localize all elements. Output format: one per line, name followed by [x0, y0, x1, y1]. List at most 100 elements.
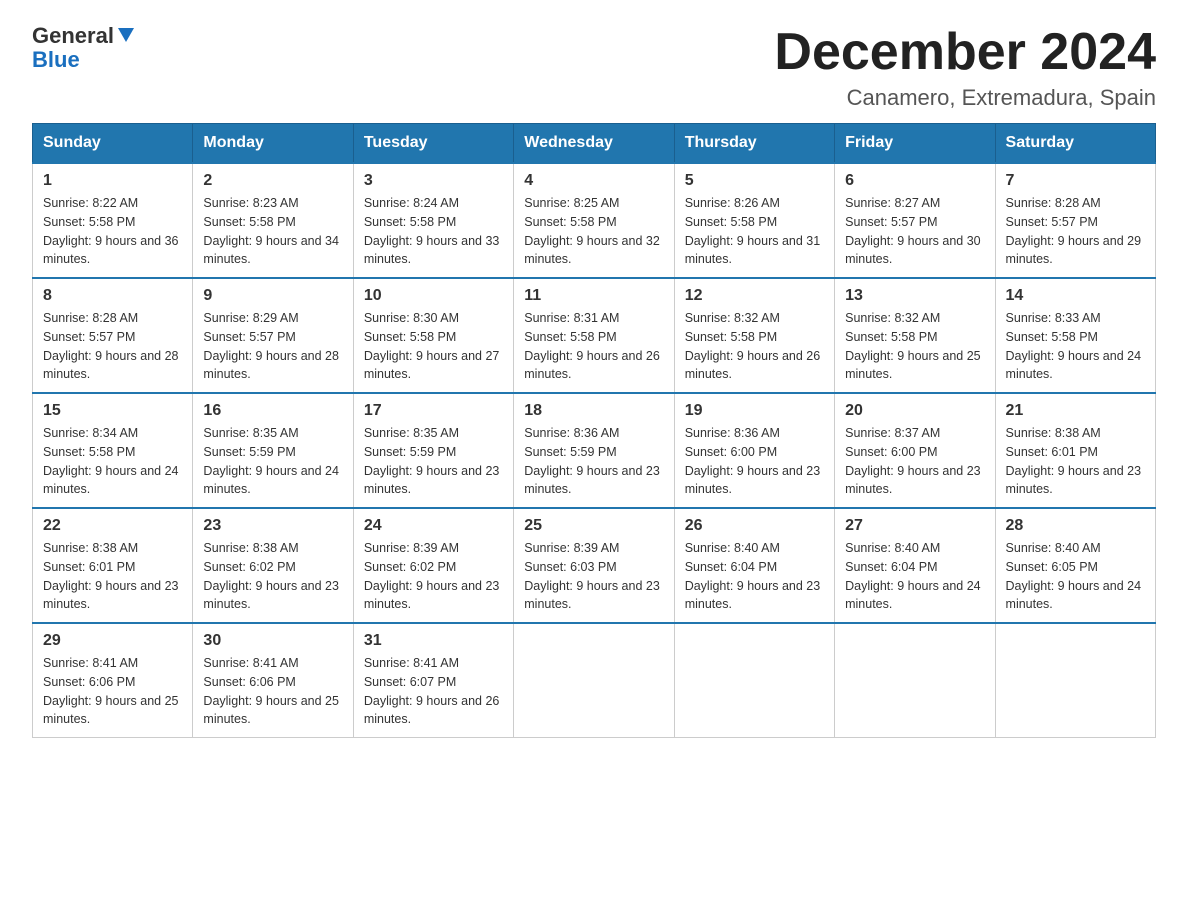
table-row: 28 Sunrise: 8:40 AMSunset: 6:05 PMDaylig… — [995, 508, 1155, 623]
day-number: 21 — [1006, 402, 1145, 420]
day-info: Sunrise: 8:36 AMSunset: 5:59 PMDaylight:… — [524, 426, 660, 496]
day-info: Sunrise: 8:36 AMSunset: 6:00 PMDaylight:… — [685, 426, 821, 496]
day-number: 1 — [43, 172, 182, 190]
day-info: Sunrise: 8:37 AMSunset: 6:00 PMDaylight:… — [845, 426, 981, 496]
day-number: 16 — [203, 402, 342, 420]
day-number: 26 — [685, 517, 824, 535]
day-number: 7 — [1006, 172, 1145, 190]
day-number: 22 — [43, 517, 182, 535]
logo: General Blue — [32, 24, 136, 73]
table-row: 11 Sunrise: 8:31 AMSunset: 5:58 PMDaylig… — [514, 278, 674, 393]
header-saturday: Saturday — [995, 124, 1155, 164]
day-info: Sunrise: 8:24 AMSunset: 5:58 PMDaylight:… — [364, 196, 500, 266]
day-number: 3 — [364, 172, 503, 190]
table-row: 18 Sunrise: 8:36 AMSunset: 5:59 PMDaylig… — [514, 393, 674, 508]
day-number: 24 — [364, 517, 503, 535]
day-info: Sunrise: 8:23 AMSunset: 5:58 PMDaylight:… — [203, 196, 339, 266]
table-row: 9 Sunrise: 8:29 AMSunset: 5:57 PMDayligh… — [193, 278, 353, 393]
day-number: 11 — [524, 287, 663, 305]
table-row: 4 Sunrise: 8:25 AMSunset: 5:58 PMDayligh… — [514, 163, 674, 278]
table-row: 13 Sunrise: 8:32 AMSunset: 5:58 PMDaylig… — [835, 278, 995, 393]
day-info: Sunrise: 8:28 AMSunset: 5:57 PMDaylight:… — [43, 311, 179, 381]
table-row: 15 Sunrise: 8:34 AMSunset: 5:58 PMDaylig… — [33, 393, 193, 508]
day-number: 23 — [203, 517, 342, 535]
day-number: 31 — [364, 632, 503, 650]
header-thursday: Thursday — [674, 124, 834, 164]
table-row: 21 Sunrise: 8:38 AMSunset: 6:01 PMDaylig… — [995, 393, 1155, 508]
calendar-table: Sunday Monday Tuesday Wednesday Thursday… — [32, 123, 1156, 738]
table-row: 31 Sunrise: 8:41 AMSunset: 6:07 PMDaylig… — [353, 623, 513, 738]
day-number: 25 — [524, 517, 663, 535]
table-row: 3 Sunrise: 8:24 AMSunset: 5:58 PMDayligh… — [353, 163, 513, 278]
day-info: Sunrise: 8:40 AMSunset: 6:05 PMDaylight:… — [1006, 541, 1142, 611]
table-row: 22 Sunrise: 8:38 AMSunset: 6:01 PMDaylig… — [33, 508, 193, 623]
day-number: 28 — [1006, 517, 1145, 535]
day-info: Sunrise: 8:32 AMSunset: 5:58 PMDaylight:… — [845, 311, 981, 381]
table-row: 10 Sunrise: 8:30 AMSunset: 5:58 PMDaylig… — [353, 278, 513, 393]
day-info: Sunrise: 8:41 AMSunset: 6:07 PMDaylight:… — [364, 656, 500, 726]
table-row: 30 Sunrise: 8:41 AMSunset: 6:06 PMDaylig… — [193, 623, 353, 738]
table-row: 8 Sunrise: 8:28 AMSunset: 5:57 PMDayligh… — [33, 278, 193, 393]
day-info: Sunrise: 8:31 AMSunset: 5:58 PMDaylight:… — [524, 311, 660, 381]
table-row: 17 Sunrise: 8:35 AMSunset: 5:59 PMDaylig… — [353, 393, 513, 508]
table-row — [514, 623, 674, 738]
day-number: 9 — [203, 287, 342, 305]
table-row — [835, 623, 995, 738]
day-info: Sunrise: 8:30 AMSunset: 5:58 PMDaylight:… — [364, 311, 500, 381]
day-number: 6 — [845, 172, 984, 190]
table-row: 14 Sunrise: 8:33 AMSunset: 5:58 PMDaylig… — [995, 278, 1155, 393]
page-subtitle: Canamero, Extremadura, Spain — [774, 85, 1156, 111]
day-number: 17 — [364, 402, 503, 420]
calendar-header-row: Sunday Monday Tuesday Wednesday Thursday… — [33, 124, 1156, 164]
calendar-week-row: 22 Sunrise: 8:38 AMSunset: 6:01 PMDaylig… — [33, 508, 1156, 623]
day-number: 18 — [524, 402, 663, 420]
day-info: Sunrise: 8:34 AMSunset: 5:58 PMDaylight:… — [43, 426, 179, 496]
day-info: Sunrise: 8:38 AMSunset: 6:01 PMDaylight:… — [1006, 426, 1142, 496]
table-row: 16 Sunrise: 8:35 AMSunset: 5:59 PMDaylig… — [193, 393, 353, 508]
day-number: 2 — [203, 172, 342, 190]
day-info: Sunrise: 8:39 AMSunset: 6:03 PMDaylight:… — [524, 541, 660, 611]
header-tuesday: Tuesday — [353, 124, 513, 164]
table-row: 2 Sunrise: 8:23 AMSunset: 5:58 PMDayligh… — [193, 163, 353, 278]
day-number: 13 — [845, 287, 984, 305]
header-wednesday: Wednesday — [514, 124, 674, 164]
day-info: Sunrise: 8:41 AMSunset: 6:06 PMDaylight:… — [43, 656, 179, 726]
page-title: December 2024 — [774, 24, 1156, 81]
calendar-week-row: 29 Sunrise: 8:41 AMSunset: 6:06 PMDaylig… — [33, 623, 1156, 738]
day-number: 14 — [1006, 287, 1145, 305]
table-row: 24 Sunrise: 8:39 AMSunset: 6:02 PMDaylig… — [353, 508, 513, 623]
table-row: 12 Sunrise: 8:32 AMSunset: 5:58 PMDaylig… — [674, 278, 834, 393]
header-sunday: Sunday — [33, 124, 193, 164]
day-number: 12 — [685, 287, 824, 305]
calendar-week-row: 1 Sunrise: 8:22 AMSunset: 5:58 PMDayligh… — [33, 163, 1156, 278]
day-number: 15 — [43, 402, 182, 420]
table-row: 20 Sunrise: 8:37 AMSunset: 6:00 PMDaylig… — [835, 393, 995, 508]
day-info: Sunrise: 8:26 AMSunset: 5:58 PMDaylight:… — [685, 196, 821, 266]
logo-arrow-icon — [116, 24, 136, 44]
table-row: 29 Sunrise: 8:41 AMSunset: 6:06 PMDaylig… — [33, 623, 193, 738]
table-row — [674, 623, 834, 738]
table-row: 6 Sunrise: 8:27 AMSunset: 5:57 PMDayligh… — [835, 163, 995, 278]
logo-text-blue: Blue — [32, 47, 80, 73]
day-info: Sunrise: 8:35 AMSunset: 5:59 PMDaylight:… — [203, 426, 339, 496]
day-number: 8 — [43, 287, 182, 305]
day-number: 10 — [364, 287, 503, 305]
day-info: Sunrise: 8:35 AMSunset: 5:59 PMDaylight:… — [364, 426, 500, 496]
day-number: 20 — [845, 402, 984, 420]
day-info: Sunrise: 8:40 AMSunset: 6:04 PMDaylight:… — [685, 541, 821, 611]
table-row: 5 Sunrise: 8:26 AMSunset: 5:58 PMDayligh… — [674, 163, 834, 278]
day-info: Sunrise: 8:32 AMSunset: 5:58 PMDaylight:… — [685, 311, 821, 381]
logo-text-general: General — [32, 24, 114, 48]
day-info: Sunrise: 8:29 AMSunset: 5:57 PMDaylight:… — [203, 311, 339, 381]
table-row: 27 Sunrise: 8:40 AMSunset: 6:04 PMDaylig… — [835, 508, 995, 623]
calendar-week-row: 8 Sunrise: 8:28 AMSunset: 5:57 PMDayligh… — [33, 278, 1156, 393]
day-number: 30 — [203, 632, 342, 650]
day-info: Sunrise: 8:22 AMSunset: 5:58 PMDaylight:… — [43, 196, 179, 266]
table-row: 23 Sunrise: 8:38 AMSunset: 6:02 PMDaylig… — [193, 508, 353, 623]
table-row: 1 Sunrise: 8:22 AMSunset: 5:58 PMDayligh… — [33, 163, 193, 278]
day-number: 19 — [685, 402, 824, 420]
header-monday: Monday — [193, 124, 353, 164]
day-number: 29 — [43, 632, 182, 650]
title-section: December 2024 Canamero, Extremadura, Spa… — [774, 24, 1156, 111]
day-info: Sunrise: 8:33 AMSunset: 5:58 PMDaylight:… — [1006, 311, 1142, 381]
